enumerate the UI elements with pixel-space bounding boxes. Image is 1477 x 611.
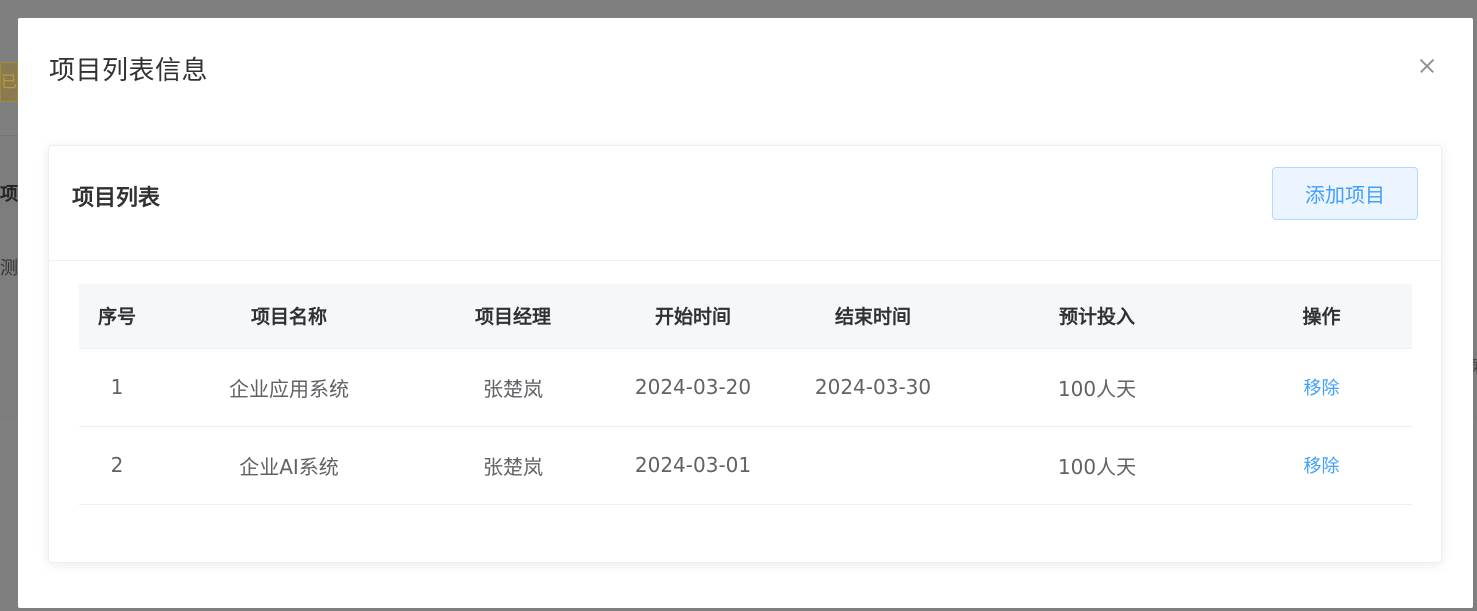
dialog-title: 项目列表信息 [49,56,209,86]
remove-link[interactable]: 移除 [1304,378,1340,399]
cell-project-name: 企业应用系统 [155,348,423,427]
cell-start-date: 2024-03-01 [603,426,783,505]
cell-end-date [783,426,963,505]
background-status-tag: 已 [0,62,18,102]
cell-end-date: 2024-03-30 [783,348,963,427]
column-header-name: 项目名称 [155,284,423,349]
column-header-index: 序号 [79,284,155,349]
card-header: 项目列表 添加项目 [49,146,1441,261]
background-text-fragment: 测试 [0,258,18,279]
cell-effort: 100人天 [963,426,1231,505]
column-header-manager: 项目经理 [423,284,603,349]
project-list-dialog: 项目列表信息 项目列表 添加项目 序号 项目名称 项目经理 开始时间 结束时间 … [18,18,1473,608]
remove-link[interactable]: 移除 [1304,456,1340,477]
cell-manager: 张楚岚 [423,348,603,427]
column-header-end: 结束时间 [783,284,963,349]
table-header-row: 序号 项目名称 项目经理 开始时间 结束时间 预计投入 操作 [79,284,1412,349]
cell-index: 2 [79,426,155,505]
table-row: 2 企业AI系统 张楚岚 2024-03-01 100人天 移除 [79,426,1412,505]
cell-manager: 张楚岚 [423,426,603,505]
table-row: 1 企业应用系统 张楚岚 2024-03-20 2024-03-30 100人天… [79,348,1412,427]
cell-actions: 移除 [1231,348,1412,427]
cell-index: 1 [79,348,155,427]
column-header-start: 开始时间 [603,284,783,349]
card-title: 项目列表 [72,186,161,211]
cell-actions: 移除 [1231,426,1412,505]
cell-start-date: 2024-03-20 [603,348,783,427]
close-icon[interactable] [1415,54,1439,78]
column-header-effort: 预计投入 [963,284,1231,349]
add-project-button[interactable]: 添加项目 [1272,167,1418,220]
project-table: 序号 项目名称 项目经理 开始时间 结束时间 预计投入 操作 1 企业应用系统 … [79,284,1412,505]
cell-project-name: 企业AI系统 [155,426,423,505]
cell-effort: 100人天 [963,348,1231,427]
column-header-actions: 操作 [1231,284,1412,349]
project-list-card: 项目列表 添加项目 序号 项目名称 项目经理 开始时间 结束时间 预计投入 操作… [48,145,1442,563]
background-heading-fragment: 项目 [0,184,18,205]
